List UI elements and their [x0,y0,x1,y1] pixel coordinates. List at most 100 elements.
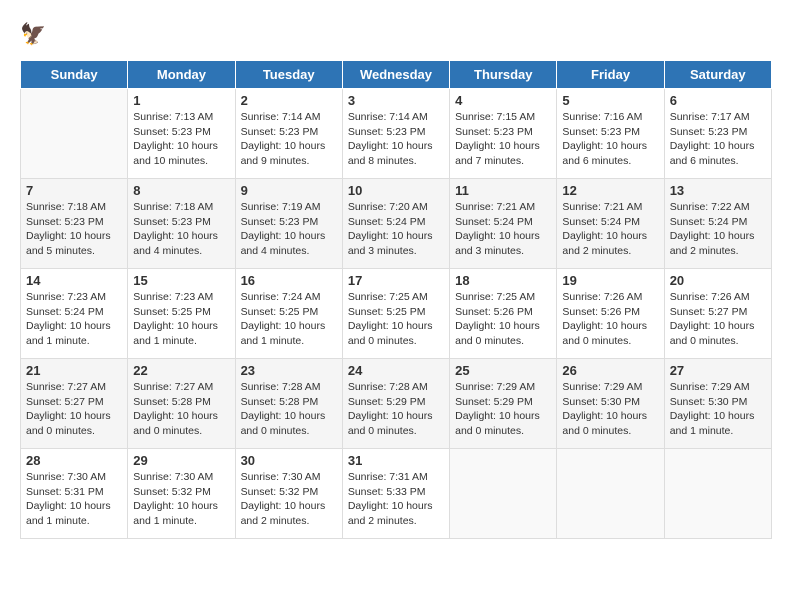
day-info: Sunrise: 7:23 AM Sunset: 5:25 PM Dayligh… [133,290,229,349]
day-info: Sunrise: 7:21 AM Sunset: 5:24 PM Dayligh… [562,200,658,259]
calendar-cell: 27 Sunrise: 7:29 AM Sunset: 5:30 PM Dayl… [664,359,771,449]
day-number: 1 [133,93,229,108]
calendar-cell: 19 Sunrise: 7:26 AM Sunset: 5:26 PM Dayl… [557,269,664,359]
day-number: 6 [670,93,766,108]
sunset-label: Sunset: 5:25 PM [133,306,211,318]
sunrise-label: Sunrise: 7:24 AM [241,291,321,303]
daylight-label: Daylight: 10 hours and 2 minutes. [562,230,647,257]
day-info: Sunrise: 7:24 AM Sunset: 5:25 PM Dayligh… [241,290,337,349]
day-info: Sunrise: 7:25 AM Sunset: 5:26 PM Dayligh… [455,290,551,349]
weekday-header-friday: Friday [557,61,664,89]
sunset-label: Sunset: 5:28 PM [241,396,319,408]
calendar-cell [557,449,664,539]
sunrise-label: Sunrise: 7:19 AM [241,201,321,213]
day-number: 25 [455,363,551,378]
daylight-label: Daylight: 10 hours and 0 minutes. [455,320,540,347]
calendar-cell: 18 Sunrise: 7:25 AM Sunset: 5:26 PM Dayl… [450,269,557,359]
calendar-cell: 8 Sunrise: 7:18 AM Sunset: 5:23 PM Dayli… [128,179,235,269]
sunset-label: Sunset: 5:24 PM [670,216,748,228]
sunrise-label: Sunrise: 7:21 AM [455,201,535,213]
day-number: 17 [348,273,444,288]
sunset-label: Sunset: 5:32 PM [241,486,319,498]
day-info: Sunrise: 7:28 AM Sunset: 5:29 PM Dayligh… [348,380,444,439]
day-info: Sunrise: 7:30 AM Sunset: 5:32 PM Dayligh… [133,470,229,529]
day-info: Sunrise: 7:23 AM Sunset: 5:24 PM Dayligh… [26,290,122,349]
calendar-cell: 15 Sunrise: 7:23 AM Sunset: 5:25 PM Dayl… [128,269,235,359]
calendar-cell: 1 Sunrise: 7:13 AM Sunset: 5:23 PM Dayli… [128,89,235,179]
sunrise-label: Sunrise: 7:28 AM [241,381,321,393]
day-info: Sunrise: 7:25 AM Sunset: 5:25 PM Dayligh… [348,290,444,349]
weekday-header-thursday: Thursday [450,61,557,89]
sunrise-label: Sunrise: 7:25 AM [455,291,535,303]
calendar-cell: 20 Sunrise: 7:26 AM Sunset: 5:27 PM Dayl… [664,269,771,359]
weekday-header-sunday: Sunday [21,61,128,89]
page-header: 🦅 [20,20,772,50]
sunset-label: Sunset: 5:25 PM [348,306,426,318]
day-number: 5 [562,93,658,108]
calendar-cell: 3 Sunrise: 7:14 AM Sunset: 5:23 PM Dayli… [342,89,449,179]
day-info: Sunrise: 7:29 AM Sunset: 5:30 PM Dayligh… [562,380,658,439]
calendar-cell [450,449,557,539]
sunset-label: Sunset: 5:23 PM [133,126,211,138]
day-info: Sunrise: 7:14 AM Sunset: 5:23 PM Dayligh… [348,110,444,169]
sunset-label: Sunset: 5:24 PM [348,216,426,228]
daylight-label: Daylight: 10 hours and 1 minute. [241,320,326,347]
day-info: Sunrise: 7:31 AM Sunset: 5:33 PM Dayligh… [348,470,444,529]
day-number: 20 [670,273,766,288]
day-info: Sunrise: 7:27 AM Sunset: 5:27 PM Dayligh… [26,380,122,439]
sunrise-label: Sunrise: 7:29 AM [562,381,642,393]
sunrise-label: Sunrise: 7:15 AM [455,111,535,123]
day-number: 11 [455,183,551,198]
sunset-label: Sunset: 5:23 PM [26,216,104,228]
daylight-label: Daylight: 10 hours and 0 minutes. [348,410,433,437]
daylight-label: Daylight: 10 hours and 0 minutes. [241,410,326,437]
day-info: Sunrise: 7:30 AM Sunset: 5:32 PM Dayligh… [241,470,337,529]
day-number: 9 [241,183,337,198]
sunset-label: Sunset: 5:29 PM [348,396,426,408]
calendar-cell: 21 Sunrise: 7:27 AM Sunset: 5:27 PM Dayl… [21,359,128,449]
calendar-cell: 9 Sunrise: 7:19 AM Sunset: 5:23 PM Dayli… [235,179,342,269]
day-info: Sunrise: 7:16 AM Sunset: 5:23 PM Dayligh… [562,110,658,169]
sunrise-label: Sunrise: 7:27 AM [133,381,213,393]
sunset-label: Sunset: 5:24 PM [26,306,104,318]
sunset-label: Sunset: 5:31 PM [26,486,104,498]
weekday-header-monday: Monday [128,61,235,89]
sunrise-label: Sunrise: 7:21 AM [562,201,642,213]
calendar-cell: 30 Sunrise: 7:30 AM Sunset: 5:32 PM Dayl… [235,449,342,539]
sunrise-label: Sunrise: 7:18 AM [26,201,106,213]
day-info: Sunrise: 7:26 AM Sunset: 5:26 PM Dayligh… [562,290,658,349]
day-number: 31 [348,453,444,468]
calendar-cell: 28 Sunrise: 7:30 AM Sunset: 5:31 PM Dayl… [21,449,128,539]
sunrise-label: Sunrise: 7:18 AM [133,201,213,213]
sunrise-label: Sunrise: 7:29 AM [670,381,750,393]
sunrise-label: Sunrise: 7:20 AM [348,201,428,213]
calendar-cell: 10 Sunrise: 7:20 AM Sunset: 5:24 PM Dayl… [342,179,449,269]
calendar-cell: 17 Sunrise: 7:25 AM Sunset: 5:25 PM Dayl… [342,269,449,359]
daylight-label: Daylight: 10 hours and 0 minutes. [562,320,647,347]
day-info: Sunrise: 7:19 AM Sunset: 5:23 PM Dayligh… [241,200,337,259]
daylight-label: Daylight: 10 hours and 6 minutes. [670,140,755,167]
calendar-cell: 26 Sunrise: 7:29 AM Sunset: 5:30 PM Dayl… [557,359,664,449]
sunset-label: Sunset: 5:25 PM [241,306,319,318]
day-number: 7 [26,183,122,198]
day-number: 16 [241,273,337,288]
day-info: Sunrise: 7:27 AM Sunset: 5:28 PM Dayligh… [133,380,229,439]
day-info: Sunrise: 7:22 AM Sunset: 5:24 PM Dayligh… [670,200,766,259]
daylight-label: Daylight: 10 hours and 2 minutes. [670,230,755,257]
calendar-cell: 24 Sunrise: 7:28 AM Sunset: 5:29 PM Dayl… [342,359,449,449]
sunset-label: Sunset: 5:30 PM [670,396,748,408]
calendar-table: SundayMondayTuesdayWednesdayThursdayFrid… [20,60,772,539]
daylight-label: Daylight: 10 hours and 6 minutes. [562,140,647,167]
daylight-label: Daylight: 10 hours and 4 minutes. [241,230,326,257]
sunset-label: Sunset: 5:26 PM [455,306,533,318]
daylight-label: Daylight: 10 hours and 2 minutes. [241,500,326,527]
weekday-header-saturday: Saturday [664,61,771,89]
sunset-label: Sunset: 5:32 PM [133,486,211,498]
daylight-label: Daylight: 10 hours and 10 minutes. [133,140,218,167]
daylight-label: Daylight: 10 hours and 0 minutes. [455,410,540,437]
sunrise-label: Sunrise: 7:26 AM [670,291,750,303]
calendar-cell: 22 Sunrise: 7:27 AM Sunset: 5:28 PM Dayl… [128,359,235,449]
day-info: Sunrise: 7:20 AM Sunset: 5:24 PM Dayligh… [348,200,444,259]
daylight-label: Daylight: 10 hours and 3 minutes. [455,230,540,257]
calendar-cell [664,449,771,539]
